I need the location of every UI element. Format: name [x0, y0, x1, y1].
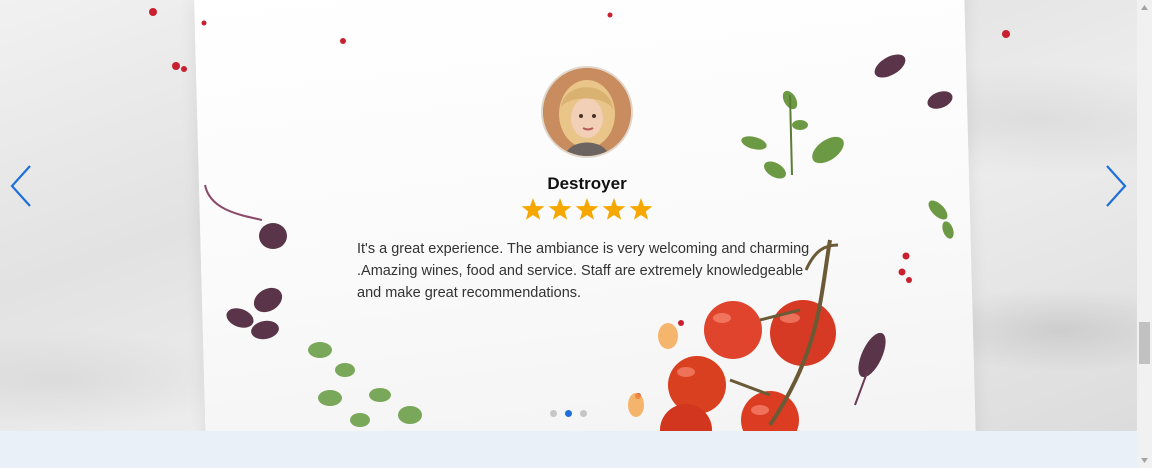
- next-slide-button[interactable]: [1101, 164, 1131, 208]
- chevron-left-icon: [10, 165, 31, 207]
- prev-slide-button[interactable]: [6, 164, 36, 208]
- review-line: and make great recommendations.: [357, 285, 582, 301]
- slide-dot-1[interactable]: [550, 410, 557, 417]
- scrollbar-thumb[interactable]: [1139, 322, 1150, 364]
- review-text: It's a great experience. The ambiance is…: [357, 238, 817, 304]
- star-icon: [575, 198, 599, 220]
- chevron-right-icon: [1106, 165, 1127, 207]
- reviewer-avatar: [543, 68, 631, 156]
- reviewer-name: Destroyer: [547, 174, 627, 193]
- review-line: .Amazing wines, food and service. Staff …: [357, 263, 804, 279]
- testimonial-slider: Destroyer It's a great experience. The a…: [0, 0, 1137, 431]
- star-rating: [520, 197, 656, 223]
- review-line: It's a great experience. The ambiance is…: [357, 241, 810, 257]
- slide-indicators: [550, 410, 595, 418]
- slide-dot-3[interactable]: [580, 410, 587, 417]
- scroll-down-icon[interactable]: [1137, 453, 1152, 468]
- star-icon: [521, 198, 545, 220]
- slide-dot-2[interactable]: [565, 410, 572, 417]
- next-section-strip: [0, 431, 1137, 468]
- scroll-up-icon[interactable]: [1137, 0, 1152, 15]
- star-icon: [548, 198, 572, 220]
- page-scrollbar[interactable]: [1137, 0, 1152, 468]
- star-icon: [629, 198, 653, 220]
- star-icon: [602, 198, 626, 220]
